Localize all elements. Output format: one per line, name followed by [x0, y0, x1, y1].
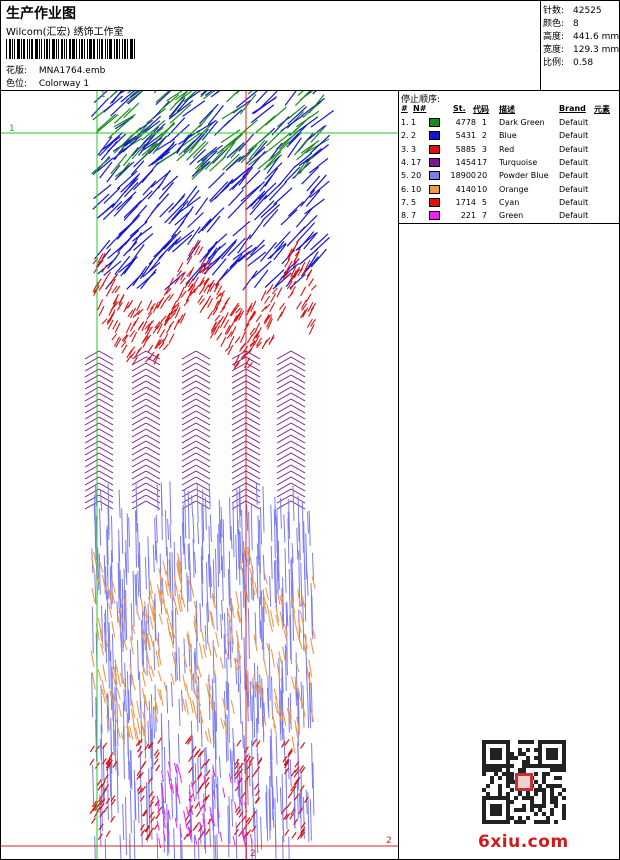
stop-row: 5. 20 18900 20 Powder Blue Default — [399, 169, 619, 182]
stat-width: 宽度: 129.3 mm — [543, 45, 620, 55]
stop-row-code: 20 — [477, 171, 488, 181]
stop-row-stitches: 5431 — [455, 131, 476, 141]
color-swatch — [429, 118, 440, 127]
stop-row-code: 7 — [481, 211, 487, 221]
embroidery-preview-canvas[interactable]: 1 1 2 2 — [1, 91, 399, 859]
watermark-site: 6xiu.com — [478, 832, 569, 852]
stop-row-description: Green — [499, 211, 524, 221]
col-header-code: 代码 — [473, 105, 489, 114]
stop-row: 7. 5 1714 5 Cyan Default — [399, 196, 619, 209]
stop-row-needle: 3 — [411, 144, 417, 154]
stop-row-description: Red — [499, 144, 515, 154]
stop-row: 3. 3 5885 3 Red Default — [399, 143, 619, 156]
stop-row-index: 3. — [401, 144, 409, 154]
stop-row: 1. 1 4778 1 Dark Green Default — [399, 116, 619, 129]
end-marker-bottom: 2 — [250, 849, 256, 859]
stat-height: 高度: 441.6 mm — [543, 32, 620, 42]
stop-row-brand: Default — [559, 131, 589, 141]
stop-row-description: Turquoise — [499, 157, 538, 167]
stop-row-brand: Default — [559, 197, 589, 207]
color-swatch — [429, 131, 440, 141]
stop-row-description: Orange — [499, 184, 529, 194]
col-header-st: St. — [453, 104, 466, 113]
stop-row-description: Blue — [499, 131, 517, 141]
stat-colors: 颜色: 8 — [543, 19, 579, 29]
color-swatch — [429, 211, 440, 221]
stop-row-description: Cyan — [499, 197, 520, 207]
stop-row-stitches: 18900 — [450, 171, 476, 181]
end-marker-right: 2 — [386, 836, 392, 846]
stop-row-code: 10 — [477, 184, 488, 194]
stop-row-description: Powder Blue — [499, 171, 549, 181]
stop-row-stitches: 1454 — [455, 157, 476, 167]
stop-sequence-table: 停止顺序: # N# St. 代码 描述 Brand 元素 1. 1 4778 1 Da… — [399, 91, 619, 224]
stop-row-index: 5. — [401, 171, 409, 181]
company-name: Wilcom(汇宏) 绣饰工作室 — [6, 27, 124, 38]
color-swatch — [429, 144, 440, 154]
stop-row: 6. 10 4140 10 Orange Default — [399, 183, 619, 196]
embroidery-design: 1 1 2 2 — [1, 91, 398, 859]
stop-row-needle: 17 — [411, 157, 422, 167]
stop-row-index: 8. — [401, 211, 409, 221]
stop-row-index: 4. — [401, 157, 409, 167]
col-header-brand: Brand — [559, 104, 586, 113]
start-marker-left: 1 — [9, 124, 15, 134]
stop-row-needle: 5 — [411, 197, 417, 207]
qr-code-icon — [482, 740, 566, 824]
stop-row-needle: 20 — [411, 171, 422, 181]
stop-row-stitches: 4140 — [455, 184, 476, 194]
stop-row-index: 1. — [401, 118, 409, 127]
stop-row-code: 5 — [481, 197, 487, 207]
design-file-value: MNA1764.emb — [38, 66, 106, 76]
stop-row-stitches: 5885 — [455, 144, 476, 154]
colorway-value: Colorway 1 — [38, 79, 90, 89]
stop-row-code: 2 — [481, 131, 487, 141]
col-header-n: N# — [413, 104, 427, 113]
stop-row: 4. 17 1454 17 Turquoise Default — [399, 156, 619, 169]
stat-stitches: 针数: 42525 — [543, 6, 602, 16]
stop-row-stitches: 4778 — [455, 118, 476, 127]
stitch-layer — [84, 91, 334, 859]
stop-row-code: 3 — [481, 144, 487, 154]
color-swatch — [429, 157, 440, 167]
stop-row-index: 7. — [401, 197, 409, 207]
worksheet-title: 生产作业图 — [6, 6, 76, 22]
stop-row-stitches: 1714 — [455, 197, 476, 207]
stop-row: 2. 2 5431 2 Blue Default — [399, 129, 619, 142]
stop-row-needle: 10 — [411, 184, 422, 194]
colorway-label: 色位: — [6, 79, 28, 89]
stop-row-index: 6. — [401, 184, 409, 194]
stop-row-needle: 1 — [411, 118, 417, 127]
worksheet-header: 生产作业图 Wilcom(汇宏) 绣饰工作室 花版: MNA1764.emb 色… — [1, 1, 619, 91]
color-swatch — [429, 184, 440, 194]
stop-row-description: Dark Green — [499, 118, 545, 127]
stop-row-code: 1 — [481, 118, 487, 127]
design-file-row: 花版: MNA1764.emb — [6, 63, 105, 76]
col-header-desc: 描述 — [499, 105, 515, 114]
stop-row-brand: Default — [559, 171, 589, 181]
start-marker-top: 1 — [100, 91, 106, 100]
stop-row: 8. 7 221 7 Green Default — [399, 209, 619, 222]
color-swatch — [429, 197, 440, 207]
stop-row-stitches: 221 — [460, 211, 476, 221]
barcode-icon — [6, 39, 143, 59]
stop-row-brand: Default — [559, 157, 589, 167]
colorway-row: 色位: Colorway 1 — [6, 76, 89, 89]
stop-row-needle: 7 — [411, 211, 417, 221]
color-swatch — [429, 171, 440, 181]
stop-row-brand: Default — [559, 184, 589, 194]
col-header-element: 元素 — [594, 105, 610, 114]
stat-scale: 比例: 0.58 — [543, 58, 594, 68]
stop-row-code: 17 — [477, 157, 488, 167]
stop-row-needle: 2 — [411, 131, 417, 141]
design-stats: 针数: 42525 颜色: 8 高度: 441.6 mm 宽度: 129.3 mm 比例… — [540, 1, 620, 90]
col-header-num: # — [401, 104, 408, 113]
stop-row-brand: Default — [559, 144, 589, 154]
design-file-label: 花版: — [6, 66, 28, 76]
production-worksheet: 生产作业图 Wilcom(汇宏) 绣饰工作室 花版: MNA1764.emb 色… — [0, 0, 620, 860]
stop-row-brand: Default — [559, 118, 589, 127]
stop-row-index: 2. — [401, 131, 409, 141]
stop-row-brand: Default — [559, 211, 589, 221]
